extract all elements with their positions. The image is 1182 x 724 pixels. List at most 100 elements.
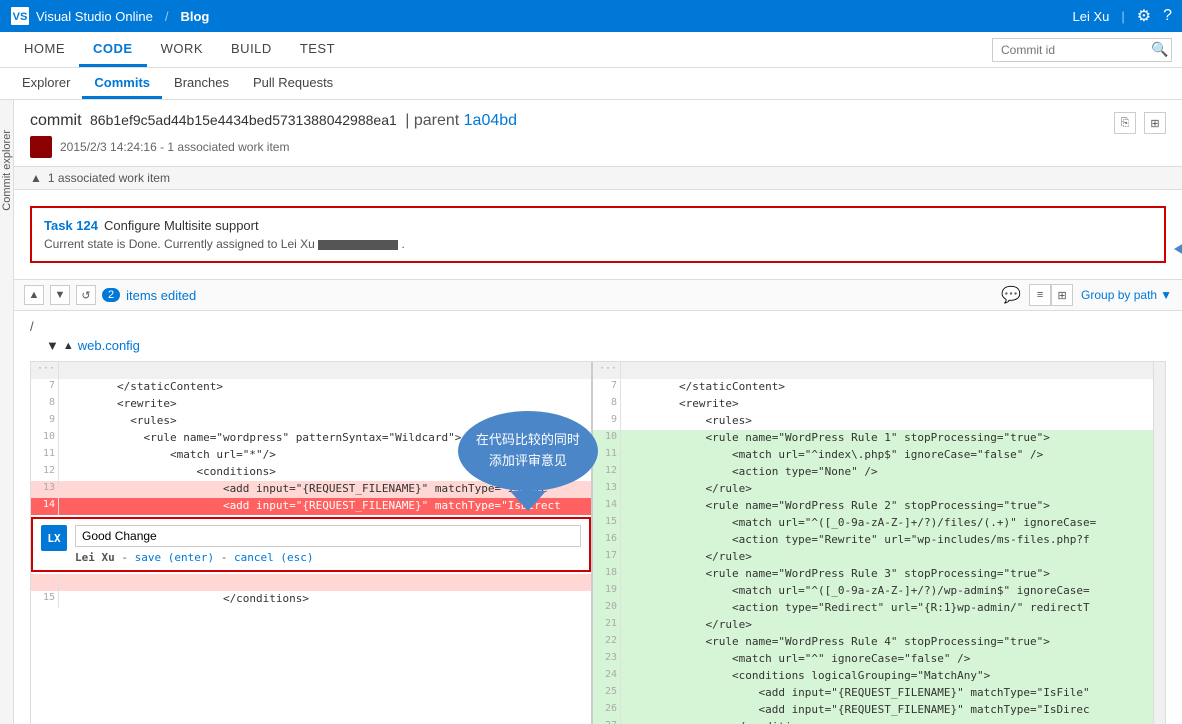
commit-avatar xyxy=(30,136,52,158)
code-callout-text: 在代码比较的同时 添加评审意见 xyxy=(476,430,580,472)
task-desc: Current state is Done. Currently assigne… xyxy=(44,237,1152,251)
subnav-commits[interactable]: Commits xyxy=(82,68,162,99)
split-view-button[interactable]: ⊞ xyxy=(1051,284,1073,306)
diff-right-line-20: 20 <action type="Redirect" url="{R:1}wp-… xyxy=(593,600,1153,617)
code-callout-tail xyxy=(510,491,546,511)
file-link[interactable]: web.config xyxy=(78,338,140,353)
work-item-area: Task 124 Configure Multisite support Cur… xyxy=(14,190,1182,279)
task-desc-period: . xyxy=(402,237,405,251)
comment-sep1: - xyxy=(121,551,134,564)
commit-prefix: commit xyxy=(30,112,82,129)
diff-view-wrapper: ··· 7 </staticContent> 8 <rewrite> 9 xyxy=(14,361,1182,724)
comment-save-link[interactable]: save (enter) xyxy=(135,551,214,564)
diff-right-line-9: 9 <rules> xyxy=(593,413,1153,430)
search-icon[interactable]: 🔍 xyxy=(1151,41,1168,58)
diff-right-line-17: 17 </rule> xyxy=(593,549,1153,566)
nav-code[interactable]: CODE xyxy=(79,32,147,67)
navbar-search-area: 🔍 xyxy=(992,32,1172,67)
commit-header: commit 86b1ef9c5ad44b15e4434bed573138804… xyxy=(14,100,1182,166)
commit-date: 2015/2/3 14:24:16 - 1 associated work it… xyxy=(60,140,289,154)
diff-left-line-7: 7 </staticContent> xyxy=(31,379,591,396)
side-panel-label: Commit explorer xyxy=(1,130,13,211)
diff-right-line-19: 19 <match url="^([_0-9a-zA-Z-]+/?)/wp-ad… xyxy=(593,583,1153,600)
diff-ellipsis-right: ··· xyxy=(593,362,1153,379)
copy-button-1[interactable]: ⎘ xyxy=(1114,112,1136,134)
work-items-header[interactable]: ▲ 1 associated work item xyxy=(14,166,1182,190)
commit-search-box: 🔍 xyxy=(992,38,1172,62)
topbar-right: Lei Xu | ⚙ ? xyxy=(1072,6,1172,26)
diff-right-line-10: 10 <rule name="WordPress Rule 1" stopPro… xyxy=(593,430,1153,447)
copy-button-2[interactable]: ⊞ xyxy=(1144,112,1166,134)
comment-sep2: - xyxy=(221,551,234,564)
help-icon[interactable]: ? xyxy=(1163,7,1172,25)
nav-test[interactable]: TEST xyxy=(286,32,349,67)
wi-count-label: 1 associated work item xyxy=(48,171,170,185)
nav-build[interactable]: BUILD xyxy=(217,32,286,67)
comment-actions: Lei Xu - save (enter) - cancel (esc) xyxy=(75,551,581,564)
task-id[interactable]: Task 124 xyxy=(44,218,98,233)
code-callout-area: 在代码比较的同时 添加评审意见 xyxy=(458,411,598,511)
comment-input-field[interactable] xyxy=(75,525,581,547)
app-name-label: Visual Studio Online xyxy=(36,9,153,24)
diff-right-line-12: 12 <action type="None" /> xyxy=(593,464,1153,481)
diff-right-line-24: 24 <conditions logicalGrouping="MatchAny… xyxy=(593,668,1153,685)
task-title: Configure Multisite support xyxy=(104,218,259,233)
file-tree: / ▼ ▲ web.config xyxy=(14,311,1182,361)
nav-work[interactable]: WORK xyxy=(147,32,217,67)
settings-icon[interactable]: ⚙ xyxy=(1137,6,1151,26)
svg-text:VS: VS xyxy=(13,11,28,23)
task-redacted xyxy=(318,240,398,250)
group-by-dropdown[interactable]: Group by path ▼ xyxy=(1081,288,1172,302)
items-edited-label: items edited xyxy=(126,288,196,303)
comment-icon[interactable]: 💬 xyxy=(1001,285,1021,305)
diff-right-line-23: 23 <match url="^" ignoreCase="false" /> xyxy=(593,651,1153,668)
diff-right-line-22: 22 <rule name="WordPress Rule 4" stopPro… xyxy=(593,634,1153,651)
subnav-branches[interactable]: Branches xyxy=(162,68,241,99)
username-label: Lei Xu xyxy=(1072,9,1109,24)
navbar: HOME CODE WORK BUILD TEST 🔍 xyxy=(0,32,1182,68)
diff-right-pane: ··· 7 </staticContent> 8 <rewrite> 9 xyxy=(591,362,1153,724)
scrollbar[interactable] xyxy=(1153,362,1165,724)
subnav-pull-requests[interactable]: Pull Requests xyxy=(241,68,345,99)
diff-right-line-13: 13 </rule> xyxy=(593,481,1153,498)
nav-home[interactable]: HOME xyxy=(10,32,79,67)
subnav-explorer[interactable]: Explorer xyxy=(10,68,82,99)
commit-hash: 86b1ef9c5ad44b15e4434bed5731388042988ea1 xyxy=(90,112,397,128)
commit-search-input[interactable] xyxy=(1001,43,1151,57)
items-count-badge: 2 xyxy=(102,288,120,302)
collapse-all-button[interactable]: ▲ xyxy=(24,285,44,305)
diff-ellipsis-left: ··· xyxy=(31,362,591,379)
comment-cancel-link[interactable]: cancel (esc) xyxy=(234,551,313,564)
diff-toolbar: ▲ ▼ ↺ 2 items edited 💬 ≡ ⊞ Group by path… xyxy=(14,279,1182,311)
side-panel[interactable]: Commit explorer xyxy=(0,100,14,724)
work-item-task: Task 124 Configure Multisite support xyxy=(44,218,1152,233)
comment-avatar: LX xyxy=(41,525,67,551)
callout-arrow-left xyxy=(1174,231,1182,267)
diff-toolbar-left: ▲ ▼ ↺ 2 items edited xyxy=(24,285,196,305)
comment-author: Lei Xu xyxy=(75,551,115,564)
comment-box: LX Lei Xu - save (enter) - cancel (esc) xyxy=(31,517,591,572)
comment-input-area: Lei Xu - save (enter) - cancel (esc) xyxy=(75,525,581,564)
diff-toolbar-right: 💬 ≡ ⊞ Group by path ▼ xyxy=(1001,284,1172,306)
folder-expand-icon[interactable]: ▼ xyxy=(46,338,59,353)
main-area: Commit explorer commit 86b1ef9c5ad44b15e… xyxy=(0,100,1182,724)
diff-right-line-11: 11 <match url="^index\.php$" ignoreCase=… xyxy=(593,447,1153,464)
task-desc-prefix: Current state is Done. Currently assigne… xyxy=(44,237,315,251)
topbar-left: VS Visual Studio Online / Blog xyxy=(10,6,209,26)
commit-meta: 2015/2/3 14:24:16 - 1 associated work it… xyxy=(30,136,517,158)
refresh-button[interactable]: ↺ xyxy=(76,285,96,305)
expand-all-button[interactable]: ▼ xyxy=(50,285,70,305)
diff-right-line-8: 8 <rewrite> xyxy=(593,396,1153,413)
content-area: commit 86b1ef9c5ad44b15e4434bed573138804… xyxy=(14,100,1182,724)
app-logo[interactable]: VS Visual Studio Online xyxy=(10,6,153,26)
split-diff: ··· 7 </staticContent> 8 <rewrite> 9 xyxy=(30,361,1166,724)
subnav: Explorer Commits Branches Pull Requests xyxy=(0,68,1182,100)
file-path-item: ▼ ▲ web.config xyxy=(30,336,1166,355)
parent-hash-link[interactable]: 1a04bd xyxy=(464,112,517,129)
diff-right-line-16: 16 <action type="Rewrite" url="wp-includ… xyxy=(593,532,1153,549)
commit-title: commit 86b1ef9c5ad44b15e4434bed573138804… xyxy=(30,112,517,130)
diff-right-line-25: 25 <add input="{REQUEST_FILENAME}" match… xyxy=(593,685,1153,702)
task-callout-area: 与当前代码改动相关的 任务 xyxy=(1174,218,1182,280)
project-name[interactable]: Blog xyxy=(180,9,209,24)
inline-view-button[interactable]: ≡ xyxy=(1029,284,1051,306)
